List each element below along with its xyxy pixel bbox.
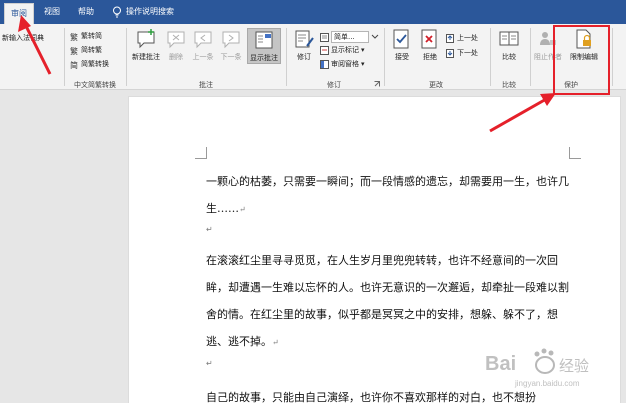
group-label-changes: 更改: [429, 81, 443, 89]
accept-check-icon: [393, 29, 409, 49]
ribbon-separator: [126, 28, 127, 86]
simp-trad-convert-button[interactable]: 简简繁转换: [70, 59, 109, 69]
trad-to-simp-button[interactable]: 繁繁转简: [70, 31, 102, 41]
tab-help[interactable]: 帮助: [72, 0, 100, 24]
ribbon-separator: [490, 28, 491, 86]
paragraph-mark-icon: ↵: [239, 205, 246, 214]
document-paragraph[interactable]: 一颗心的枯萎，只需要一瞬间；而一段情感的遗忘，却需要用一生，也许几生……↵: [206, 168, 576, 223]
show-markup-dropdown[interactable]: 显示标记 ▾: [320, 45, 365, 55]
delete-comment-icon: [167, 31, 185, 49]
new-ime-dictionary-button[interactable]: 新输入法词典: [2, 33, 44, 43]
chevron-down-icon: [371, 34, 379, 39]
simp-trad-convert-icon: 简: [70, 60, 78, 69]
markup-display-icon: [320, 32, 329, 42]
reviewing-pane-icon: [320, 59, 329, 69]
previous-comment-icon: [194, 31, 212, 49]
ribbon-separator: [530, 28, 531, 86]
ribbon-separator: [612, 28, 613, 86]
ribbon-separator: [64, 28, 65, 86]
next-change-button[interactable]: 下一处: [446, 48, 478, 58]
compare-button[interactable]: 比较: [497, 28, 521, 62]
paragraph-mark-icon: ↵: [206, 225, 213, 234]
next-comment-icon: [222, 31, 240, 49]
svg-text:简: 简: [70, 60, 78, 69]
previous-change-icon: [446, 33, 454, 43]
ribbon-tab-bar: 审阅 视图 帮助 操作说明搜索: [0, 0, 626, 24]
next-change-icon: [446, 48, 454, 58]
ribbon-separator: [286, 28, 287, 86]
restrict-editing-highlight-box: [553, 25, 610, 95]
track-changes-button[interactable]: 修订: [292, 28, 316, 62]
tell-me-label: 操作说明搜索: [126, 7, 174, 16]
watermark-suffix: 经验: [559, 357, 590, 375]
lightbulb-icon: [113, 6, 121, 17]
ribbon: 新输入法词典 繁繁转简 繁简转繁 简简繁转换 中文简繁转换 新建批注 删除 上一…: [0, 24, 626, 90]
simp-to-trad-icon: 繁: [70, 46, 78, 55]
margin-corner-mark: [569, 147, 581, 159]
trad-to-simp-icon: 繁: [70, 32, 78, 41]
markup-display-select[interactable]: 简单...: [320, 31, 379, 43]
watermark-site: jingyan.baidu.com: [515, 379, 580, 388]
group-label-comments: 批注: [199, 81, 213, 89]
track-changes-icon: [295, 30, 314, 48]
next-comment-button[interactable]: 下一条: [218, 28, 244, 62]
watermark-brand: Bai: [485, 353, 517, 375]
svg-text:繁: 繁: [70, 32, 78, 41]
group-label-chinese-conversion: 中文简繁转换: [74, 81, 116, 89]
new-comment-icon: [137, 29, 155, 49]
show-markup-icon: [320, 45, 329, 55]
delete-comment-button[interactable]: 删除: [164, 28, 188, 62]
baidu-watermark: Bai 经验 jingyan.baidu.com: [477, 345, 617, 395]
reject-x-icon: [421, 29, 437, 49]
margin-corner-mark: [195, 147, 207, 159]
group-label-compare: 比较: [502, 81, 516, 89]
reject-button[interactable]: 拒绝: [418, 28, 442, 62]
paragraph-mark-icon: ↵: [272, 338, 279, 347]
reviewing-pane-dropdown[interactable]: 审阅窗格 ▾: [320, 59, 365, 69]
tell-me-search[interactable]: 操作说明搜索: [112, 0, 174, 24]
document-paragraph[interactable]: 在滚滚红尘里寻寻觅觅，在人生岁月里兜兜转转，也许不经意间的一次回眸，却遭遇一生难…: [206, 247, 576, 356]
ribbon-separator: [384, 28, 385, 86]
tab-view[interactable]: 视图: [38, 0, 66, 24]
simp-to-trad-button[interactable]: 繁简转繁: [70, 45, 102, 55]
group-label-tracking: 修订: [327, 81, 341, 89]
previous-change-button[interactable]: 上一处: [446, 33, 478, 43]
new-comment-button[interactable]: 新建批注: [130, 28, 162, 62]
svg-text:繁: 繁: [70, 46, 78, 55]
previous-comment-button[interactable]: 上一条: [190, 28, 216, 62]
accept-button[interactable]: 接受: [390, 28, 414, 62]
compare-icon: [499, 31, 519, 46]
tab-review[interactable]: 审阅: [4, 3, 34, 24]
paragraph-mark-icon: ↵: [206, 359, 213, 368]
show-comments-icon: [255, 31, 273, 49]
show-comments-button[interactable]: 显示批注: [247, 28, 281, 64]
